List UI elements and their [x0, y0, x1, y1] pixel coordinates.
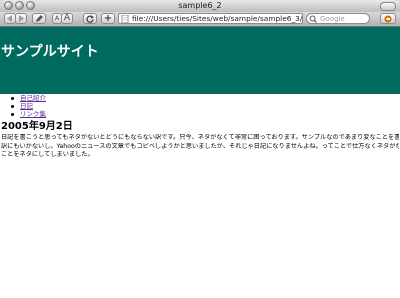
- page-viewport: サンプルサイト 自己紹介 日記 リンク集 2005年9月2日 日記を書こうと思っ…: [0, 27, 400, 298]
- back-arrow-icon: [7, 15, 12, 22]
- site-header: サンプルサイト: [0, 27, 400, 94]
- page-icon: [121, 15, 129, 23]
- browser-toolbar: A A + file:///Users/ties/Sites/web/sampl…: [0, 12, 400, 27]
- bookmark-button[interactable]: [32, 13, 46, 24]
- nav-item-diary: 日記: [11, 102, 46, 110]
- post-body-line: ことをネタにしてしまいました。: [1, 151, 94, 159]
- post-body-line: 日記を書こうと思ってもネタがないとどうにもならない訳です。只今、ネタがなくて非常…: [1, 134, 399, 141]
- post-body-line: 訳にもいかないし。Yahooのニュースの文章でもコピペしようかと思いましたが、そ…: [1, 142, 399, 150]
- post-date: 2005年9月2日: [1, 121, 73, 132]
- address-bar[interactable]: file:///Users/ties/Sites/web/sample/samp…: [118, 13, 303, 24]
- forward-button[interactable]: [15, 13, 27, 24]
- browser-window: sample6_2 A A + file:///Users/ties/Sites…: [0, 0, 400, 298]
- plus-icon: +: [103, 13, 113, 24]
- nav-link-links[interactable]: リンク集: [20, 110, 46, 118]
- site-nav: 自己紹介 日記 リンク集: [11, 94, 46, 118]
- site-title: サンプルサイト: [1, 44, 99, 60]
- snapback-button[interactable]: [380, 13, 396, 24]
- forward-arrow-icon: [19, 15, 24, 22]
- nav-link-diary[interactable]: 日記: [20, 102, 33, 110]
- window-title: sample6_2: [178, 1, 222, 10]
- nav-link-profile[interactable]: 自己紹介: [20, 94, 46, 102]
- post-body: 日記を書こうと思ってもネタがないとどうにもならない訳です。只今、ネタがなくて非常…: [1, 134, 399, 160]
- nav-item-profile: 自己紹介: [11, 94, 46, 102]
- reload-icon: [86, 15, 94, 23]
- text-bigger-button[interactable]: A: [61, 13, 73, 24]
- nav-item-links: リンク集: [11, 110, 46, 118]
- add-bookmark-button[interactable]: +: [101, 13, 115, 24]
- search-field[interactable]: Google: [306, 13, 370, 24]
- reload-button[interactable]: [83, 13, 97, 24]
- toolbar-toggle-button[interactable]: [380, 2, 396, 11]
- search-icon: [309, 15, 317, 23]
- address-text: file:///Users/ties/Sites/web/sample/samp…: [132, 14, 303, 23]
- pencil-icon: [36, 15, 43, 22]
- search-placeholder: Google: [320, 15, 345, 23]
- title-bar: sample6_2: [0, 0, 400, 12]
- snapback-icon: [384, 15, 392, 23]
